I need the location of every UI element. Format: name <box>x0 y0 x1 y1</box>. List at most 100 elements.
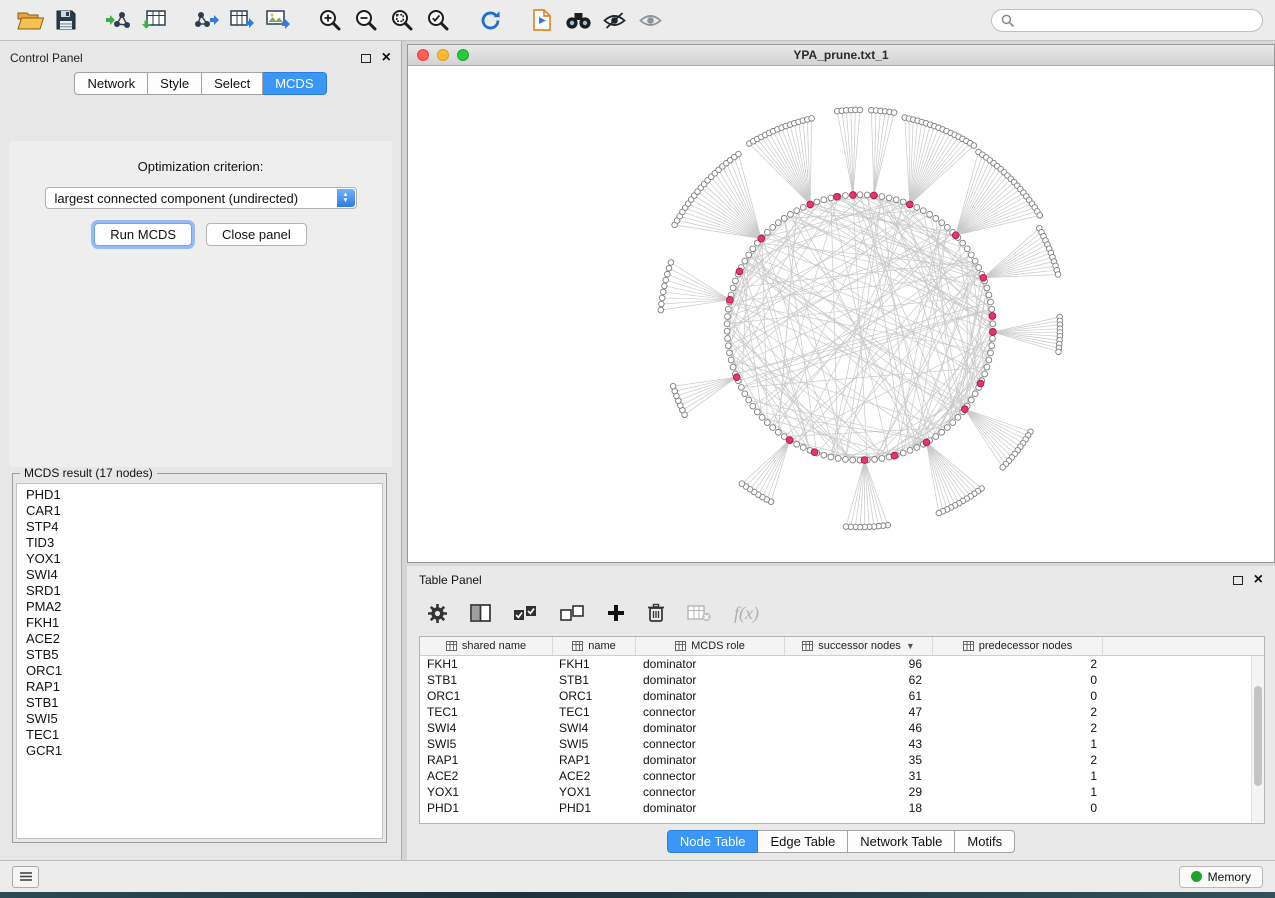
cell-shared-name: RAP1 <box>420 752 553 768</box>
table-scrollbar[interactable] <box>1251 656 1264 823</box>
table-row[interactable]: YOX1 YOX1 connector 29 1 <box>420 784 1264 800</box>
sort-indicator-icon[interactable]: ▼ <box>906 641 915 651</box>
table-row[interactable]: STB1 STB1 dominator 62 0 <box>420 672 1264 688</box>
table-row[interactable]: SWI4 SWI4 dominator 46 2 <box>420 720 1264 736</box>
tab-node-table[interactable]: Node Table <box>667 830 759 853</box>
mcds-result-item[interactable]: STB1 <box>17 695 382 711</box>
open-file-button[interactable] <box>12 4 48 36</box>
window-minimize-button[interactable] <box>437 49 449 61</box>
table-row[interactable]: TEC1 TEC1 connector 47 2 <box>420 704 1264 720</box>
table-settings-button[interactable] <box>427 603 448 624</box>
window-zoom-button[interactable] <box>457 49 469 61</box>
function-builder-button: f(x) <box>734 603 759 624</box>
mcds-result-item[interactable]: ACE2 <box>17 631 382 647</box>
close-panel-icon[interactable]: × <box>382 50 391 66</box>
search-box[interactable] <box>991 9 1263 32</box>
close-table-panel-icon[interactable]: × <box>1254 572 1263 588</box>
show-columns-button[interactable] <box>470 604 491 622</box>
import-table-button[interactable] <box>136 4 172 36</box>
export-image-button[interactable] <box>260 4 296 36</box>
window-close-button[interactable] <box>417 49 429 61</box>
float-table-panel-icon[interactable] <box>1233 576 1243 585</box>
cell-predecessor-nodes: 2 <box>933 752 1103 768</box>
network-window-titlebar[interactable]: YPA_prune.txt_1 <box>408 45 1274 66</box>
mcds-result-item[interactable]: SRD1 <box>17 583 382 599</box>
cell-mcds-role: dominator <box>636 656 785 672</box>
memory-button[interactable]: Memory <box>1179 866 1263 888</box>
save-session-button[interactable] <box>48 4 84 36</box>
column-header-predecessor-nodes[interactable]: predecessor nodes <box>933 637 1103 655</box>
cell-mcds-role: dominator <box>636 672 785 688</box>
table-scrollbar-thumb[interactable] <box>1254 686 1262 786</box>
cell-mcds-role: connector <box>636 704 785 720</box>
column-header-name[interactable]: name <box>553 637 636 655</box>
export-document-button[interactable] <box>524 4 560 36</box>
status-menu-button[interactable] <box>12 866 39 888</box>
unselect-all-button[interactable] <box>560 604 585 622</box>
apply-layout-button[interactable] <box>472 4 508 36</box>
mcds-result-item[interactable]: PMA2 <box>17 599 382 615</box>
show-panels-button[interactable] <box>632 4 668 36</box>
mcds-result-item[interactable]: CAR1 <box>17 503 382 519</box>
cell-shared-name: YOX1 <box>420 784 553 800</box>
export-network-button[interactable] <box>188 4 224 36</box>
mcds-result-item[interactable]: ORC1 <box>17 663 382 679</box>
table-row[interactable]: FKH1 FKH1 dominator 96 2 <box>420 656 1264 672</box>
tab-motifs[interactable]: Motifs <box>955 830 1015 853</box>
tab-network[interactable]: Network <box>74 72 148 95</box>
table-row[interactable]: PHD1 PHD1 dominator 18 0 <box>420 800 1264 816</box>
cell-name: SWI4 <box>553 720 636 736</box>
tab-mcds[interactable]: MCDS <box>263 72 326 95</box>
hide-panels-button[interactable] <box>596 4 632 36</box>
cell-predecessor-nodes: 0 <box>933 800 1103 816</box>
mcds-result-item[interactable]: PHD1 <box>17 487 382 503</box>
mcds-result-item[interactable]: GCR1 <box>17 743 382 759</box>
table-row[interactable]: SWI5 SWI5 connector 43 1 <box>420 736 1264 752</box>
find-button[interactable] <box>560 4 596 36</box>
network-canvas[interactable] <box>408 66 1274 561</box>
import-network-button[interactable] <box>100 4 136 36</box>
search-icon <box>1001 14 1014 27</box>
add-column-button[interactable] <box>607 604 625 622</box>
cell-successor-nodes: 43 <box>785 736 933 752</box>
zoom-out-button[interactable] <box>348 4 384 36</box>
column-header-successor-nodes[interactable]: successor nodes ▼ <box>785 637 933 655</box>
cell-successor-nodes: 96 <box>785 656 933 672</box>
zoom-fit-button[interactable] <box>384 4 420 36</box>
select-all-button[interactable] <box>513 604 538 622</box>
table-row[interactable]: RAP1 RAP1 dominator 35 2 <box>420 752 1264 768</box>
table-row[interactable]: ORC1 ORC1 dominator 61 0 <box>420 688 1264 704</box>
cell-predecessor-nodes: 1 <box>933 768 1103 784</box>
mcds-result-list[interactable]: PHD1CAR1STP4TID3YOX1SWI4SRD1PMA2FKH1ACE2… <box>16 483 383 839</box>
mcds-result-item[interactable]: STB5 <box>17 647 382 663</box>
cell-predecessor-nodes: 1 <box>933 736 1103 752</box>
export-table-button[interactable] <box>224 4 260 36</box>
mcds-result-item[interactable]: FKH1 <box>17 615 382 631</box>
run-mcds-button[interactable]: Run MCDS <box>94 223 192 246</box>
cell-mcds-role: dominator <box>636 800 785 816</box>
cell-name: SWI5 <box>553 736 636 752</box>
mcds-result-item[interactable]: SWI4 <box>17 567 382 583</box>
delete-column-button[interactable] <box>647 603 665 623</box>
float-panel-icon[interactable] <box>361 54 371 63</box>
tab-network-table[interactable]: Network Table <box>848 830 955 853</box>
tab-edge-table[interactable]: Edge Table <box>758 830 848 853</box>
tab-select[interactable]: Select <box>202 72 263 95</box>
column-header-mcds-role[interactable]: MCDS role <box>636 637 785 655</box>
table-panel-title: Table Panel <box>419 573 482 587</box>
mcds-result-item[interactable]: STP4 <box>17 519 382 535</box>
mcds-result-item[interactable]: TEC1 <box>17 727 382 743</box>
cell-name: FKH1 <box>553 656 636 672</box>
zoom-in-button[interactable] <box>312 4 348 36</box>
zoom-selected-button[interactable] <box>420 4 456 36</box>
mcds-result-item[interactable]: RAP1 <box>17 679 382 695</box>
mcds-result-item[interactable]: YOX1 <box>17 551 382 567</box>
search-input[interactable] <box>1020 13 1253 27</box>
column-header-shared-name[interactable]: shared name <box>420 637 553 655</box>
close-mcds-panel-button[interactable]: Close panel <box>206 223 307 246</box>
mcds-result-item[interactable]: SWI5 <box>17 711 382 727</box>
mcds-result-item[interactable]: TID3 <box>17 535 382 551</box>
table-row[interactable]: ACE2 ACE2 connector 31 1 <box>420 768 1264 784</box>
criterion-dropdown[interactable]: largest connected component (undirected)… <box>45 187 357 209</box>
tab-style[interactable]: Style <box>148 72 202 95</box>
